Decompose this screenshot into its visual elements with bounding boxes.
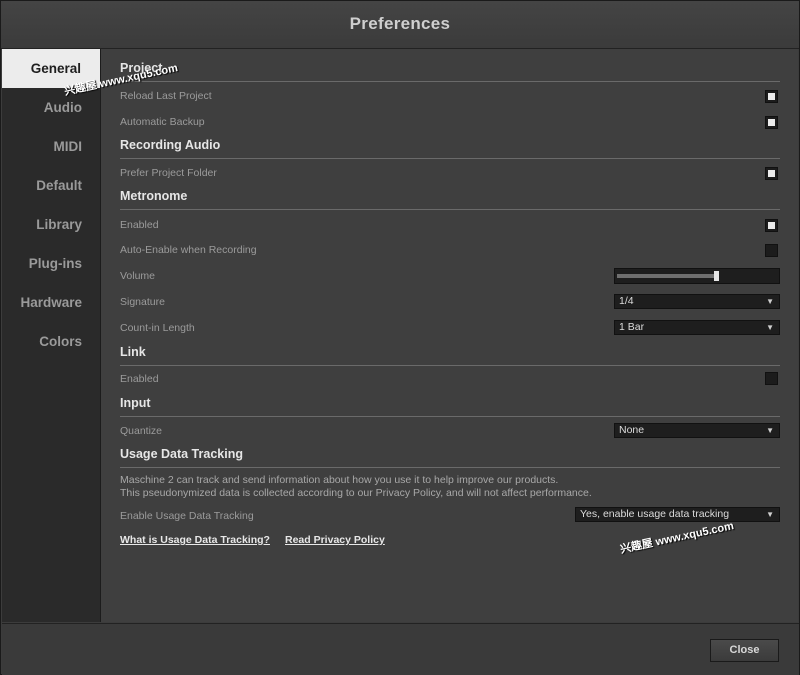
chevron-down-icon: ▼	[766, 323, 774, 332]
reload-last-project-label: Reload Last Project	[120, 90, 212, 102]
sidebar-item-audio[interactable]: Audio	[2, 88, 100, 127]
metronome-enabled-checkbox[interactable]	[765, 219, 778, 232]
section-header-project: Project	[120, 61, 780, 82]
count-in-length-select[interactable]: 1 Bar ▼	[614, 320, 780, 335]
what-is-usage-tracking-link[interactable]: What is Usage Data Tracking?	[120, 534, 270, 546]
enable-usage-tracking-value: Yes, enable usage data tracking	[580, 508, 730, 520]
link-enabled-label: Enabled	[120, 373, 159, 385]
automatic-backup-label: Automatic Backup	[120, 116, 205, 128]
prefer-project-folder-label: Prefer Project Folder	[120, 167, 217, 179]
volume-slider[interactable]	[614, 268, 780, 284]
prefer-project-folder-checkbox[interactable]	[765, 167, 778, 180]
read-privacy-policy-link[interactable]: Read Privacy Policy	[285, 534, 385, 546]
automatic-backup-checkbox[interactable]	[765, 116, 778, 129]
volume-slider-fill	[617, 274, 714, 278]
link-enabled-checkbox[interactable]	[765, 372, 778, 385]
preferences-window: Preferences General Audio MIDI Default L…	[0, 0, 800, 675]
section-header-input: Input	[120, 396, 780, 417]
window-title: Preferences	[349, 14, 451, 33]
quantize-value: None	[619, 424, 645, 436]
sidebar-item-colors[interactable]: Colors	[2, 322, 100, 361]
quantize-select[interactable]: None ▼	[614, 423, 780, 438]
sidebar-item-library[interactable]: Library	[2, 205, 100, 244]
chevron-down-icon: ▼	[766, 297, 774, 306]
count-in-length-value: 1 Bar	[619, 321, 645, 333]
usage-description-line1: Maschine 2 can track and send informatio…	[120, 474, 559, 486]
reload-last-project-checkbox[interactable]	[765, 90, 778, 103]
signature-select[interactable]: 1/4 ▼	[614, 294, 780, 309]
signature-value: 1/4	[619, 295, 634, 307]
sidebar-item-default[interactable]: Default	[2, 166, 100, 205]
sidebar-item-general[interactable]: General	[2, 49, 100, 88]
section-header-usage-data-tracking: Usage Data Tracking	[120, 447, 780, 468]
metronome-enabled-label: Enabled	[120, 219, 159, 231]
section-header-link: Link	[120, 345, 780, 366]
chevron-down-icon: ▼	[766, 426, 774, 435]
sidebar-item-midi[interactable]: MIDI	[2, 127, 100, 166]
volume-slider-handle[interactable]	[714, 271, 719, 281]
usage-description-line2: This pseudonymized data is collected acc…	[120, 487, 592, 499]
quantize-label: Quantize	[120, 425, 163, 437]
close-button[interactable]: Close	[710, 639, 779, 662]
auto-enable-label: Auto-Enable when Recording	[120, 244, 257, 256]
sidebar-item-plug-ins[interactable]: Plug-ins	[2, 244, 100, 283]
chevron-down-icon: ▼	[766, 510, 774, 519]
sidebar: General Audio MIDI Default Library Plug-…	[2, 49, 101, 622]
preferences-content: Project Reload Last Project Automatic Ba…	[101, 49, 798, 622]
auto-enable-checkbox[interactable]	[765, 244, 778, 257]
enable-usage-tracking-label: Enable Usage Data Tracking	[120, 510, 254, 522]
title-bar: Preferences	[1, 1, 799, 49]
section-header-recording-audio: Recording Audio	[120, 138, 780, 159]
sidebar-item-hardware[interactable]: Hardware	[2, 283, 100, 322]
volume-label: Volume	[120, 270, 156, 282]
count-in-length-label: Count-in Length	[120, 322, 195, 334]
signature-label: Signature	[120, 296, 165, 308]
footer: Close	[2, 623, 799, 675]
section-header-metronome: Metronome	[120, 189, 780, 210]
enable-usage-tracking-select[interactable]: Yes, enable usage data tracking ▼	[575, 507, 780, 522]
